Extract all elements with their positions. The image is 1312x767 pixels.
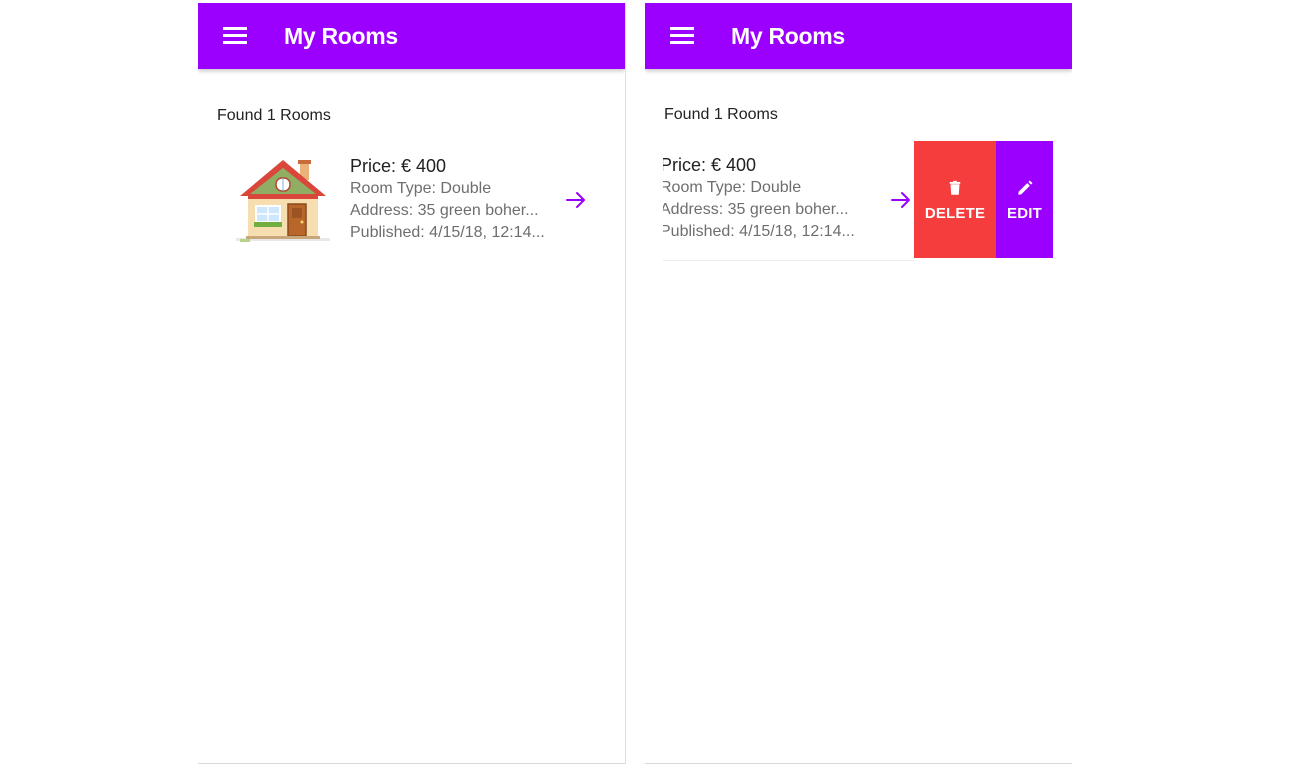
results-count: Found 1 Rooms	[664, 106, 778, 123]
page-title: My Rooms	[284, 23, 398, 49]
room-published: Published: 4/15/18, 12:14...	[663, 223, 855, 240]
room-published: Published: 4/15/18, 12:14...	[350, 224, 545, 241]
pencil-icon	[1017, 180, 1032, 195]
delete-button[interactable]: DELETE	[914, 141, 996, 258]
room-type: Room Type: Double	[663, 179, 802, 196]
app-screen-list: My Rooms Found 1 Rooms Price: € 400 Room…	[198, 3, 626, 764]
menu-icon[interactable]	[669, 25, 695, 47]
room-price: Price: € 400	[663, 155, 757, 175]
toolbar: My Rooms	[198, 3, 625, 69]
page-title: My Rooms	[731, 23, 845, 49]
house-icon	[236, 160, 330, 242]
room-type: Room Type: Double	[350, 180, 492, 197]
app-screen-swiped: My Rooms Found 1 Rooms Price: € 400 Room…	[645, 3, 1072, 764]
room-list-item[interactable]: Price: € 400 Room Type: Double Address: …	[198, 141, 625, 259]
room-info: Price: € 400 Room Type: Double Address: …	[663, 153, 880, 243]
trash-icon	[949, 180, 961, 195]
room-price: Price: € 400	[350, 156, 447, 176]
toolbar: My Rooms	[645, 3, 1072, 69]
room-item-content[interactable]: Price: € 400 Room Type: Double Address: …	[663, 140, 914, 261]
room-address: Address: 35 green boher...	[350, 202, 539, 219]
edit-button[interactable]: EDIT	[996, 141, 1053, 258]
arrow-forward-icon[interactable]	[889, 188, 913, 212]
room-list-item-sliding[interactable]: Price: € 400 Room Type: Double Address: …	[645, 140, 1072, 261]
delete-label: DELETE	[924, 205, 986, 222]
edit-label: EDIT	[1007, 205, 1042, 222]
results-count: Found 1 Rooms	[217, 107, 331, 124]
menu-icon[interactable]	[222, 25, 248, 47]
room-info: Price: € 400 Room Type: Double Address: …	[350, 154, 570, 244]
arrow-forward-icon[interactable]	[564, 188, 588, 212]
room-address: Address: 35 green boher...	[663, 201, 849, 218]
